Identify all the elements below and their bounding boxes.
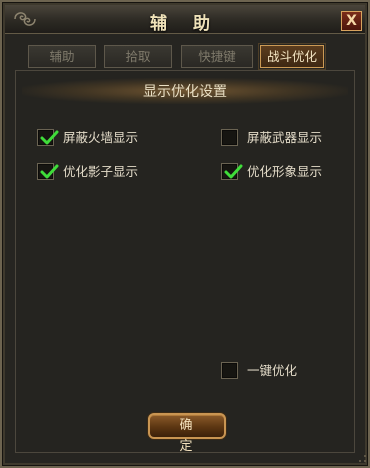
option-hide-fire-wall[interactable]: 屏蔽火墙显示: [37, 129, 167, 149]
optimize-shadow-label: 优化影子显示: [63, 164, 139, 179]
one-click-optimize-checkbox[interactable]: [221, 362, 238, 379]
window-title: 辅 助: [150, 14, 220, 34]
check-icon: [40, 164, 59, 179]
option-one-click-optimize[interactable]: 一键优化: [221, 362, 331, 382]
check-icon: [40, 130, 59, 145]
assist-window: 辅 助 X 辅助 拾取 快捷键 战斗优化 显示优化设置 屏蔽火墙显示 屏蔽武器显…: [0, 0, 370, 468]
tab-hotkeys[interactable]: 快捷键: [181, 45, 253, 68]
section-header: 显示优化设置: [22, 78, 348, 104]
settings-panel: 显示优化设置 屏蔽火墙显示 屏蔽武器显示 优化影子显示 优化形象显示 一键优化: [15, 70, 355, 453]
hide-fire-wall-checkbox[interactable]: [37, 129, 59, 146]
optimize-appearance-checkbox[interactable]: [221, 163, 243, 180]
optimize-shadow-checkbox[interactable]: [37, 163, 59, 180]
hide-weapon-label: 屏蔽武器显示: [247, 130, 323, 145]
title-bar[interactable]: 辅 助 X: [5, 5, 365, 34]
option-hide-weapon[interactable]: 屏蔽武器显示: [221, 129, 351, 149]
section-title: 显示优化设置: [143, 84, 227, 100]
hide-fire-wall-label: 屏蔽火墙显示: [63, 130, 139, 145]
tab-combat-optimize[interactable]: 战斗优化: [258, 43, 326, 70]
tab-pickup[interactable]: 拾取: [104, 45, 172, 68]
one-click-optimize-label: 一键优化: [247, 363, 298, 378]
check-icon: [224, 164, 243, 179]
hide-weapon-checkbox[interactable]: [221, 129, 238, 146]
option-optimize-appearance[interactable]: 优化形象显示: [221, 163, 351, 183]
close-button[interactable]: X: [341, 11, 362, 31]
optimize-appearance-label: 优化形象显示: [247, 164, 323, 179]
option-optimize-shadow[interactable]: 优化影子显示: [37, 163, 167, 183]
resize-grip-icon[interactable]: [358, 454, 367, 463]
tab-assist[interactable]: 辅助: [28, 45, 96, 68]
confirm-button[interactable]: 确 定: [148, 413, 226, 454]
tab-bar: 辅助 拾取 快捷键 战斗优化: [28, 43, 348, 70]
